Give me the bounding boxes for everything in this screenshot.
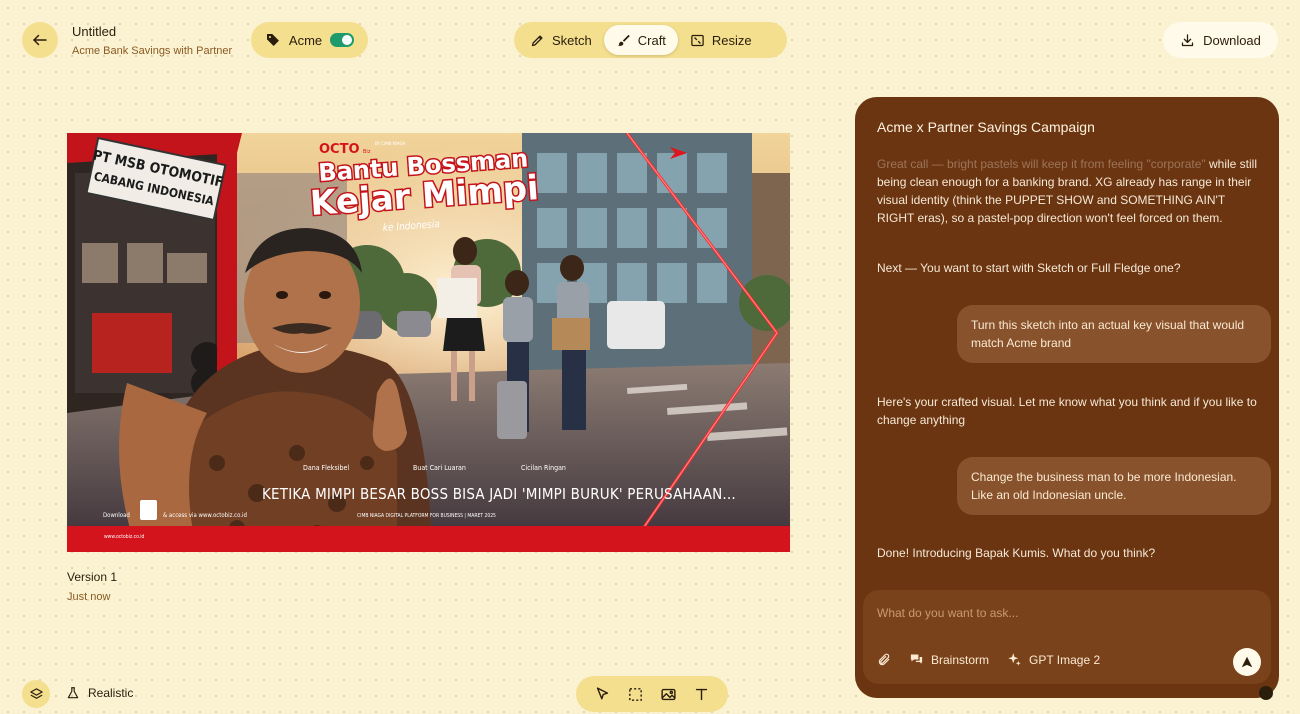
style-selector[interactable]: Realistic xyxy=(66,686,133,700)
version-timestamp: Just now xyxy=(67,591,111,603)
chat-panel: Acme x Partner Savings Campaign Great ca… xyxy=(855,97,1279,698)
resize-icon xyxy=(691,34,704,46)
mode-switcher: Sketch Craft Resize xyxy=(514,22,787,58)
chat-input[interactable] xyxy=(877,606,1247,620)
chat-title: Acme x Partner Savings Campaign xyxy=(877,119,1095,135)
download-label: Download xyxy=(1203,32,1261,48)
layers-icon xyxy=(29,687,43,699)
mode-label: Craft xyxy=(637,32,666,48)
send-button[interactable] xyxy=(1233,648,1261,676)
campaign-tagline: KETIKA MIMPI BESAR BOSS BISA JADI 'MIMPI… xyxy=(262,485,736,503)
assistant-message: Next — You want to start with Sketch or … xyxy=(877,261,1181,275)
pencil-icon xyxy=(531,35,543,46)
layers-button[interactable] xyxy=(22,680,50,708)
user-message: Change the business man to be more Indon… xyxy=(957,457,1271,515)
app-frame: Untitled Acme Bank Savings with Partner … xyxy=(0,0,1300,714)
chat-bubbles-icon xyxy=(910,654,923,664)
text-tool-button[interactable] xyxy=(691,683,713,705)
canvas-tool-dock xyxy=(576,676,728,712)
model-label: GPT Image 2 xyxy=(1029,652,1101,667)
help-indicator[interactable] xyxy=(1259,686,1273,700)
caption-1: Dana Fleksibel xyxy=(303,464,349,472)
brainstorm-button[interactable]: Brainstorm xyxy=(909,652,989,667)
composer-toolbar: Brainstorm GPT Image 2 xyxy=(877,652,1100,667)
style-label: Realistic xyxy=(88,686,134,700)
message-faded-text: Great call — bright pastels will keep it… xyxy=(877,157,1206,171)
generated-key-visual[interactable]: PT MSB OTOMOTIF CABANG INDONESIA OCTO Bi… xyxy=(67,133,790,552)
brand-toggle[interactable] xyxy=(330,33,354,47)
text-icon xyxy=(695,688,708,700)
flask-icon xyxy=(67,687,79,699)
brainstorm-label: Brainstorm xyxy=(931,652,990,667)
brush-icon xyxy=(617,34,630,46)
assistant-message: Great call — bright pastels will keep it… xyxy=(877,155,1263,227)
document-title[interactable]: Untitled xyxy=(72,24,232,40)
download-icon xyxy=(1181,33,1194,46)
key-visual-illustration: PT MSB OTOMOTIF CABANG INDONESIA OCTO Bi… xyxy=(67,133,790,552)
chat-composer: Brainstorm GPT Image 2 xyxy=(863,590,1271,684)
version-label: Version 1 xyxy=(67,570,118,584)
cursor-arrow-icon xyxy=(596,686,609,699)
back-button[interactable] xyxy=(22,22,58,58)
image-tool-button[interactable] xyxy=(658,683,680,705)
model-selector[interactable]: GPT Image 2 xyxy=(1007,652,1100,667)
app-icon xyxy=(140,500,157,520)
access-text: & access via www.octobiz.co.id xyxy=(163,512,247,519)
image-icon xyxy=(661,688,676,700)
brand-label: Acme xyxy=(288,32,323,48)
select-tool-button[interactable] xyxy=(592,683,614,705)
octo-logo: OCTO xyxy=(319,142,360,157)
platform-text: CIMB NIAGA DIGITAL PLATFORM FOR BUSINESS… xyxy=(357,513,496,519)
octo-logo-sub: Biz xyxy=(363,149,371,155)
mode-label: Sketch xyxy=(552,32,592,48)
mode-resize-button[interactable]: Resize xyxy=(678,25,764,55)
attach-button[interactable] xyxy=(877,653,891,667)
user-message: Turn this sketch into an actual key visu… xyxy=(957,305,1271,363)
assistant-message: Here's your crafted visual. Let me know … xyxy=(877,395,1257,427)
assistant-message: Done! Introducing Bapak Kumis. What do y… xyxy=(877,546,1156,560)
document-title-block: Untitled Acme Bank Savings with Partner xyxy=(72,24,232,58)
brand-selector[interactable]: Acme xyxy=(251,22,368,58)
marquee-tool-button[interactable] xyxy=(625,683,647,705)
paperclip-icon xyxy=(878,653,890,665)
arrow-left-icon xyxy=(33,34,47,46)
document-subtitle: Acme Bank Savings with Partner xyxy=(72,45,233,57)
mode-craft-button[interactable]: Craft xyxy=(603,25,678,55)
cobrand-text: BY CIMB NIAGA xyxy=(375,141,406,146)
mode-sketch-button[interactable]: Sketch xyxy=(518,25,604,55)
send-arrow-icon xyxy=(1241,656,1253,668)
caption-3: Cicilan Ringan xyxy=(521,464,566,472)
download-text: Download xyxy=(103,512,130,519)
marquee-select-icon xyxy=(629,687,642,701)
download-button[interactable]: Download xyxy=(1163,22,1278,58)
footer-url: www.octobiz.co.id xyxy=(104,534,144,540)
caption-2: Buat Cari Luaran xyxy=(413,464,466,472)
sparkle-icon xyxy=(1008,653,1021,666)
tag-icon xyxy=(266,34,279,46)
mode-label: Resize xyxy=(711,32,752,48)
